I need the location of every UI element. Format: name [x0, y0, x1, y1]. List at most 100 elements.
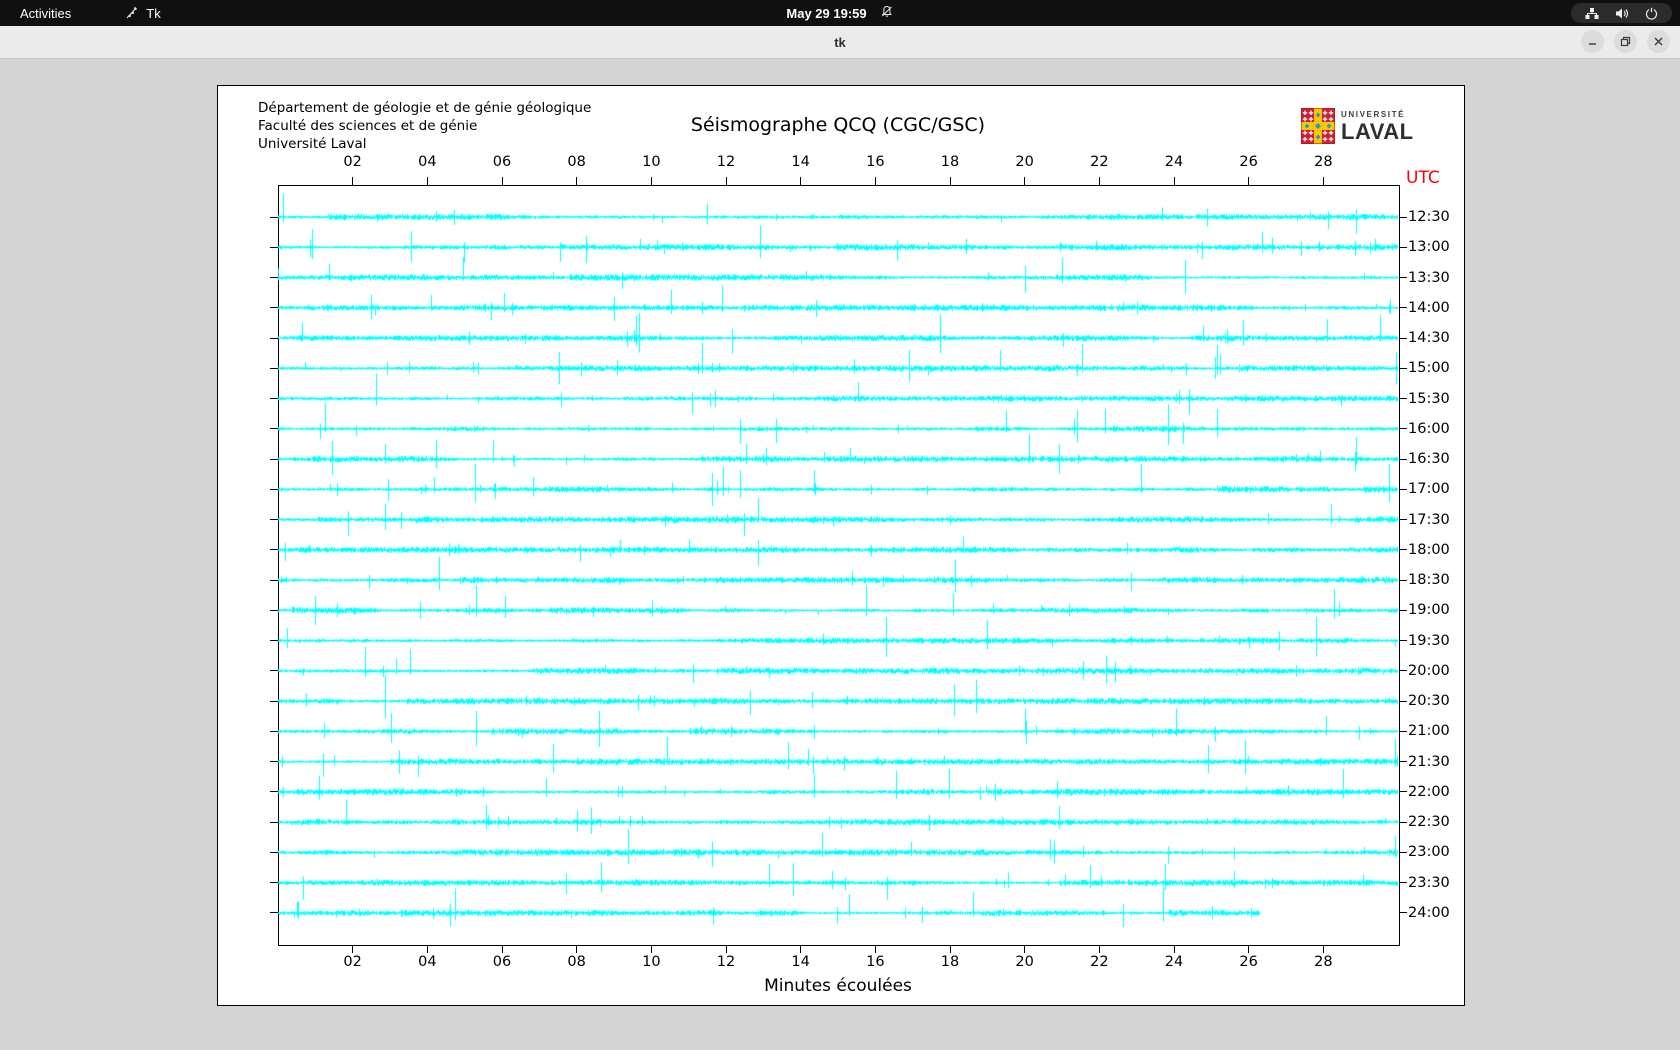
minimize-button[interactable] [1581, 30, 1604, 53]
trace-tick-right [1399, 730, 1407, 732]
desktop: { "topbar": { "activities_label": "Activ… [0, 0, 1680, 1050]
trace-tick-left [270, 609, 278, 611]
trace-tick-left [270, 882, 278, 884]
institution-line-3: Université Laval [258, 136, 367, 152]
trace-tick-left [270, 216, 278, 218]
x-tick-label-top: 14 [791, 154, 810, 170]
x-tick-mark-bottom [1173, 945, 1175, 953]
network-icon [1585, 7, 1599, 20]
x-tick-mark-top [352, 177, 354, 185]
utc-time-label: 16:30 [1408, 451, 1450, 468]
trace-tick-left [270, 458, 278, 460]
utc-time-label: 15:00 [1408, 360, 1450, 377]
window-title: tk [834, 34, 846, 50]
logo-laval-label: LAVAL [1341, 119, 1414, 144]
trace-tick-right [1399, 216, 1407, 218]
utc-time-label: 23:30 [1408, 874, 1450, 891]
volume-icon [1615, 7, 1629, 20]
universite-laval-logo: UNIVERSITÉ LAVAL [1300, 107, 1414, 149]
maximize-button[interactable] [1614, 30, 1637, 53]
x-tick-mark-top [1322, 177, 1324, 185]
trace-tick-right [1399, 700, 1407, 702]
trace-tick-left [270, 519, 278, 521]
trace-tick-left [270, 730, 278, 732]
activities-button[interactable]: Activities [14, 6, 77, 21]
close-button[interactable] [1647, 30, 1670, 53]
trace-tick-left [270, 851, 278, 853]
utc-time-label: 20:00 [1408, 662, 1450, 679]
x-tick-label-bottom: 22 [1090, 954, 1109, 970]
utc-time-label: 13:00 [1408, 239, 1450, 256]
system-status-area[interactable] [1571, 3, 1672, 23]
x-tick-label-bottom: 06 [492, 954, 512, 970]
x-tick-label-bottom: 02 [343, 954, 362, 970]
utc-time-label: 20:30 [1408, 693, 1450, 710]
window-minimize-icon [1589, 43, 1596, 45]
utc-time-label: 19:30 [1408, 632, 1450, 649]
trace-tick-right [1399, 912, 1407, 914]
utc-time-label: 12:30 [1408, 209, 1450, 225]
x-tick-label-top: 02 [343, 154, 362, 170]
x-tick-label-top: 08 [567, 154, 586, 170]
trace-tick-left [270, 912, 278, 914]
x-tick-label-top: 12 [716, 154, 736, 170]
utc-time-label: 21:00 [1408, 723, 1450, 740]
trace-tick-right [1399, 670, 1407, 672]
trace-tick-right [1399, 519, 1407, 521]
clock-text: May 29 19:59 [786, 5, 867, 21]
x-tick-label-bottom: 04 [418, 954, 437, 970]
focused-app-menu[interactable]: Tk [125, 5, 161, 21]
x-axis-title: Minutes écoulées [764, 976, 912, 996]
trace-tick-right [1399, 367, 1407, 369]
trace-tick-left [270, 579, 278, 581]
x-tick-label-bottom: 12 [716, 954, 736, 970]
trace-tick-right [1399, 458, 1407, 460]
trace-tick-right [1399, 428, 1407, 430]
x-tick-mark-top [1024, 177, 1026, 185]
utc-time-label: 18:30 [1408, 572, 1450, 589]
x-tick-mark-bottom [725, 945, 727, 953]
x-tick-mark-bottom [501, 945, 503, 953]
window-titlebar[interactable]: tk [0, 26, 1680, 59]
x-tick-mark-top [1248, 177, 1250, 185]
utc-time-label: 13:30 [1408, 269, 1450, 286]
trace-tick-right [1399, 549, 1407, 551]
x-tick-mark-top [949, 177, 951, 185]
x-tick-mark-bottom [1248, 945, 1250, 953]
trace-tick-left [270, 488, 278, 490]
window-maximize-icon [1620, 36, 1631, 47]
trace-tick-right [1399, 337, 1407, 339]
trace-tick-left [270, 791, 278, 793]
focused-app-label: Tk [146, 5, 161, 21]
x-tick-label-bottom: 16 [866, 954, 885, 970]
clock-menu[interactable]: May 29 19:59 [786, 5, 893, 21]
window-controls [1581, 30, 1670, 53]
x-tick-label-bottom: 08 [567, 954, 586, 970]
laval-shield-icon [1300, 107, 1336, 149]
seismograph-panel: Département de géologie et de génie géol… [217, 85, 1465, 1006]
utc-time-label: 19:00 [1408, 602, 1450, 619]
logo-universite-label: UNIVERSITÉ [1341, 110, 1406, 119]
utc-axis-title: UTC [1406, 168, 1440, 188]
gnome-top-bar: Activities Tk May 29 19:59 [0, 0, 1680, 26]
x-tick-mark-bottom [1322, 945, 1324, 953]
laval-logo-text: UNIVERSITÉ LAVAL [1341, 108, 1414, 143]
x-tick-mark-top [725, 177, 727, 185]
x-tick-label-top: 04 [418, 154, 437, 170]
utc-time-label: 24:00 [1408, 904, 1450, 921]
utc-time-label: 14:00 [1408, 299, 1450, 316]
trace-tick-right [1399, 761, 1407, 763]
trace-tick-right [1399, 488, 1407, 490]
utc-time-label: 21:30 [1408, 753, 1450, 770]
utc-time-label: 22:00 [1408, 783, 1450, 800]
page-title: Séismographe QCQ (CGC/GSC) [690, 114, 986, 136]
trace-tick-left [270, 277, 278, 279]
x-tick-label-top: 24 [1164, 154, 1184, 170]
x-tick-label-top: 10 [642, 154, 661, 170]
window-close-icon [1654, 37, 1663, 46]
utc-time-label: 15:30 [1408, 390, 1450, 407]
x-tick-mark-top [426, 177, 428, 185]
x-tick-label-bottom: 10 [642, 954, 661, 970]
trace-tick-left [270, 761, 278, 763]
x-tick-mark-top [650, 177, 652, 185]
